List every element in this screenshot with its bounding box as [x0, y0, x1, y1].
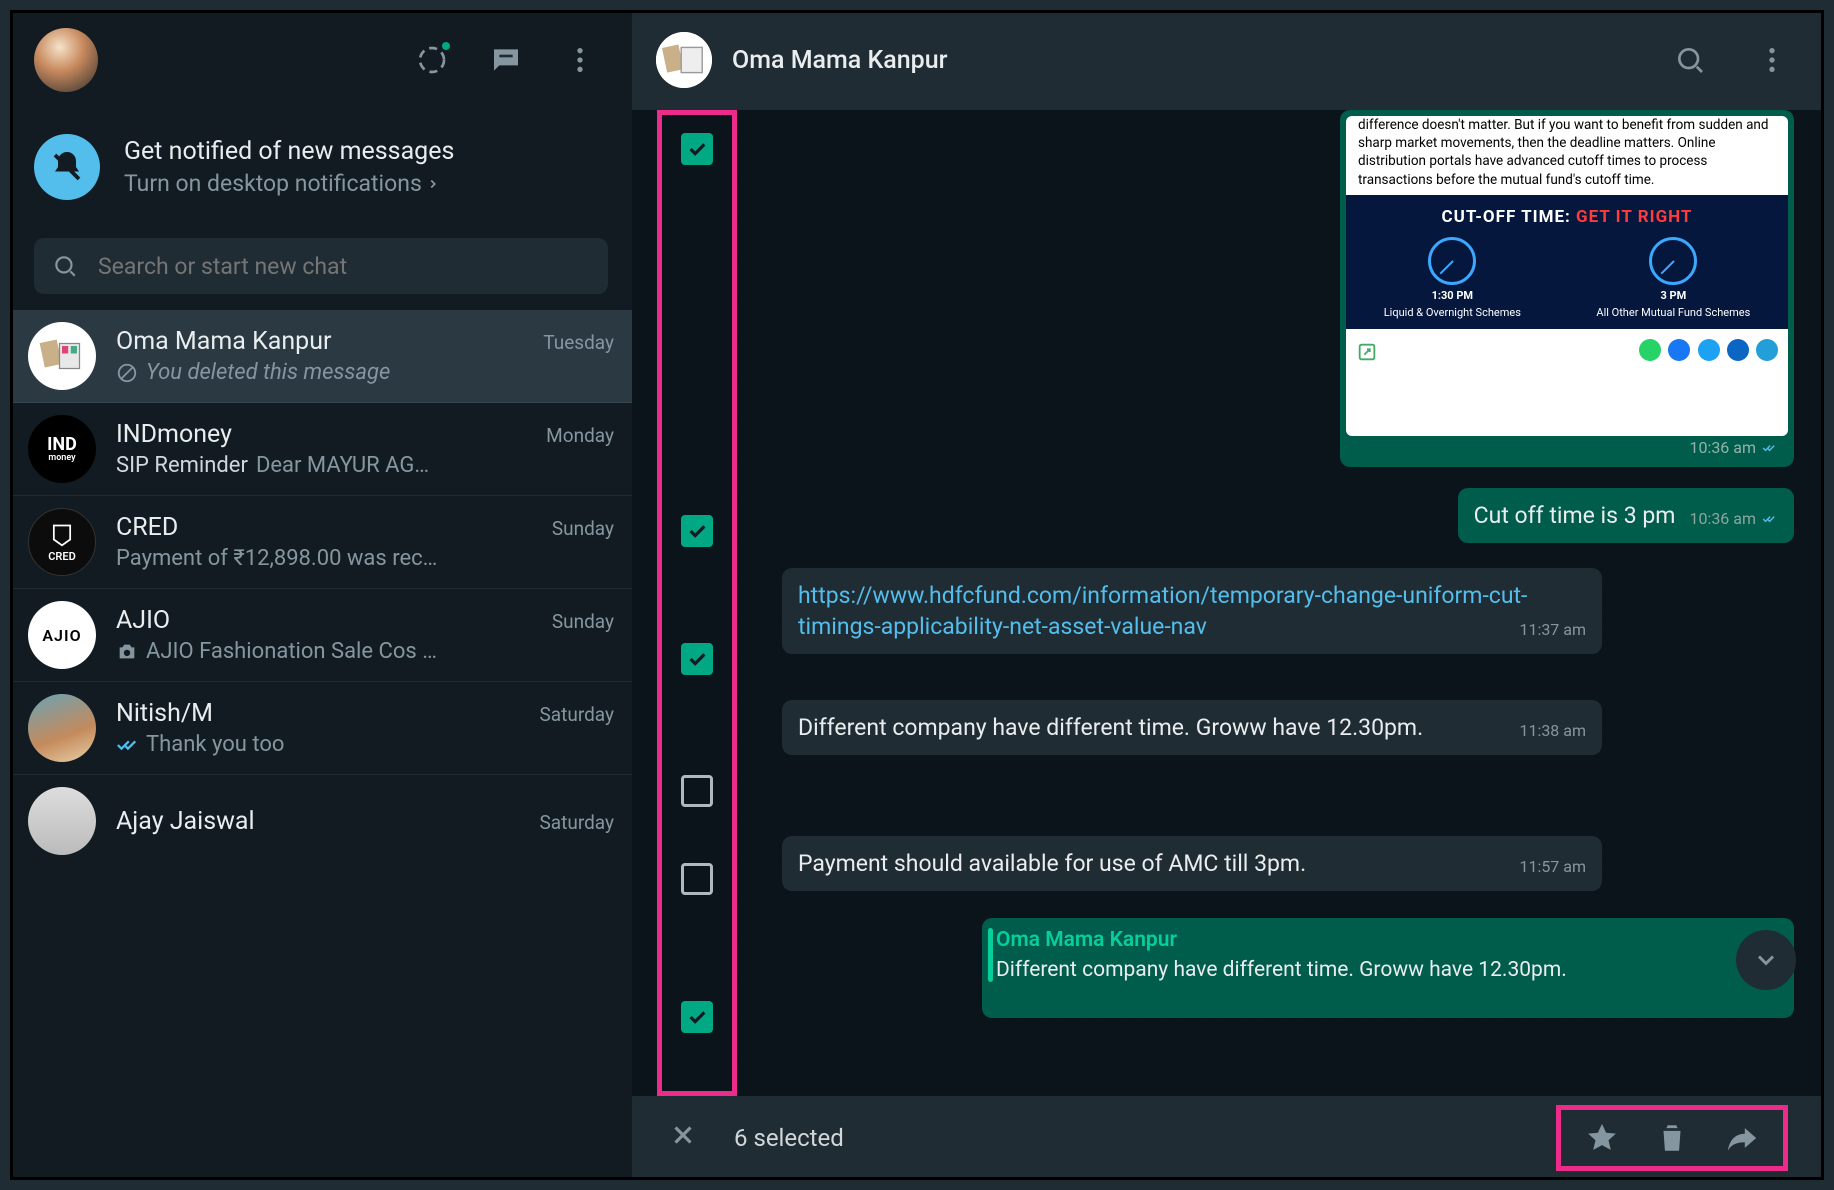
avatar: [28, 787, 96, 855]
chat-list: Oma Mama Kanpur Tuesday You deleted this …: [10, 310, 632, 1180]
close-selection-button[interactable]: [668, 1120, 698, 1156]
chat-menu-icon[interactable]: [1744, 32, 1800, 88]
received-message[interactable]: Payment should available for use of AMC …: [782, 836, 1602, 891]
link-text[interactable]: https://www.hdfcfund.com/information/tem…: [798, 582, 1527, 640]
chat-name: Ajay Jaiswal: [116, 807, 255, 836]
selection-column-highlight: [657, 110, 737, 1096]
quoted-message[interactable]: Oma Mama Kanpur Different company have d…: [982, 918, 1794, 1018]
chat-preview: SIP Reminder Dear MAYUR AG…: [116, 453, 614, 478]
chat-preview: AJIO Fashionation Sale Cos …: [116, 639, 614, 664]
chat-item[interactable]: Nitish/M Saturday Thank you too: [10, 682, 632, 775]
message-time: 11:38 am: [1519, 720, 1586, 742]
chat-time: Monday: [546, 424, 614, 447]
chat-name: INDmoney: [116, 420, 232, 449]
quote-text: Different company have different time. G…: [996, 958, 1780, 982]
action-highlight-box: [1556, 1105, 1788, 1171]
message-checkbox[interactable]: [681, 775, 713, 807]
chat-preview: Payment of ₹12,898.00 was rec…: [116, 546, 614, 571]
forward-button[interactable]: [1707, 1110, 1777, 1166]
chat-name: CRED: [116, 513, 178, 542]
chat-item[interactable]: CRED CRED Sunday Payment of ₹12,898.00 wa…: [10, 496, 632, 589]
avatar: CRED: [28, 508, 96, 576]
notification-subtitle: Turn on desktop notifications: [124, 170, 454, 197]
chat-preview: You deleted this message: [116, 360, 614, 385]
menu-icon[interactable]: [552, 32, 608, 88]
chat-time: Saturday: [540, 811, 614, 834]
bell-off-icon: [34, 134, 100, 200]
message-checkbox[interactable]: [681, 515, 713, 547]
chat-time: Tuesday: [543, 331, 614, 354]
message-time: 11:37 am: [1519, 619, 1586, 641]
cutoff-graphic: CUT-OFF TIME: GET IT RIGHT 1:30 PMLiquid…: [1346, 195, 1788, 329]
selection-bar: 6 selected: [632, 1096, 1824, 1180]
received-message[interactable]: Different company have different time. G…: [782, 700, 1602, 755]
scroll-to-bottom-button[interactable]: [1736, 930, 1796, 990]
search-row: [10, 224, 632, 310]
message-time: 10:36 am: [1689, 508, 1778, 530]
share-row: [1346, 333, 1788, 371]
search-input[interactable]: [98, 253, 590, 280]
chat-time: Saturday: [540, 703, 614, 726]
avatar: INDmoney: [28, 415, 96, 483]
message-checkbox[interactable]: [681, 643, 713, 675]
sidebar-header: [10, 10, 632, 110]
sidebar: Get notified of new messages Turn on des…: [10, 10, 632, 1180]
own-avatar[interactable]: [34, 28, 98, 92]
new-chat-icon[interactable]: [478, 32, 534, 88]
status-icon[interactable]: [404, 32, 460, 88]
sent-message[interactable]: Cut off time is 3 pm 10:36 am: [1458, 488, 1794, 543]
chat-name: Nitish/M: [116, 699, 213, 728]
app-root: Get notified of new messages Turn on des…: [0, 0, 1834, 1190]
avatar: AJIO: [28, 601, 96, 669]
message-checkbox[interactable]: [681, 1001, 713, 1033]
message-checkbox[interactable]: [681, 133, 713, 165]
delete-button[interactable]: [1637, 1110, 1707, 1166]
star-button[interactable]: [1567, 1110, 1637, 1166]
share-link-icon: [1356, 341, 1378, 363]
chat-item[interactable]: Oma Mama Kanpur Tuesday You deleted this …: [10, 310, 632, 403]
conversation-pane: difference doesn't matter. But if you wa…: [632, 110, 1824, 1096]
avatar: [28, 322, 96, 390]
search-box[interactable]: [34, 238, 608, 294]
received-message[interactable]: https://www.hdfcfund.com/information/tem…: [782, 568, 1602, 654]
chat-time: Sunday: [552, 610, 614, 633]
avatar: [28, 694, 96, 762]
message-checkbox[interactable]: [681, 863, 713, 895]
main-area: Oma Mama Kanpur difference doesn't matte…: [632, 10, 1824, 1180]
selection-count: 6 selected: [734, 1124, 844, 1152]
chat-title[interactable]: Oma Mama Kanpur: [732, 46, 1642, 75]
chat-header: Oma Mama Kanpur: [632, 10, 1824, 110]
double-check-icon: [116, 734, 138, 756]
article-text: difference doesn't matter. But if you wa…: [1346, 116, 1788, 195]
notification-banner[interactable]: Get notified of new messages Turn on des…: [10, 110, 632, 224]
search-in-chat-icon[interactable]: [1662, 32, 1718, 88]
quote-name: Oma Mama Kanpur: [996, 928, 1780, 952]
blocked-icon: [116, 362, 138, 384]
chat-item[interactable]: Ajay Jaiswal Saturday: [10, 775, 632, 867]
message-time: 11:57 am: [1519, 856, 1586, 878]
chat-item[interactable]: INDmoney INDmoney Monday SIP Reminder Dea…: [10, 403, 632, 496]
chat-item[interactable]: AJIO AJIO Sunday AJIO Fashionation Sale C…: [10, 589, 632, 682]
notification-title: Get notified of new messages: [124, 137, 454, 166]
chat-name: AJIO: [116, 606, 170, 635]
camera-icon: [116, 641, 138, 663]
chat-preview: Thank you too: [116, 732, 614, 757]
search-icon: [52, 253, 78, 279]
chat-avatar[interactable]: [656, 32, 712, 88]
image-message[interactable]: difference doesn't matter. But if you wa…: [1340, 110, 1794, 467]
chat-name: Oma Mama Kanpur: [116, 327, 331, 356]
message-time: 10:36 am: [1346, 436, 1788, 461]
chat-time: Sunday: [552, 517, 614, 540]
